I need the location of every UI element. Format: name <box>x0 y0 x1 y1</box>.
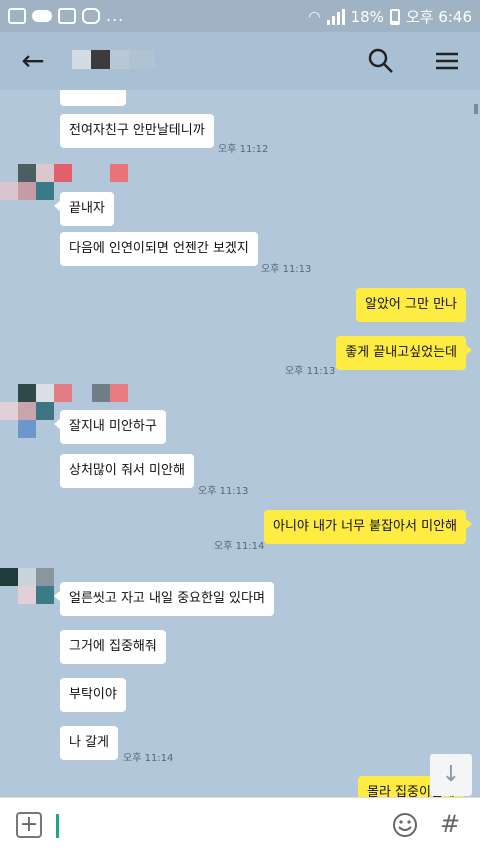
image-icon <box>58 7 76 24</box>
clock: 오후 6:46 <box>405 8 472 26</box>
message-bubble-incoming[interactable]: 얼른씻고 자고 내일 중요한일 있다며 <box>54 582 274 616</box>
hamburger-menu-icon[interactable] <box>432 46 462 76</box>
message-bubble-incoming[interactable]: 그거에 집중해줘 <box>60 630 166 664</box>
scroll-to-bottom-button[interactable]: ↓ <box>430 754 472 796</box>
message-bubble-incoming[interactable]: 상처많이 줘서 미안해 <box>60 454 194 488</box>
chat-message-list[interactable]: 전여자친구 안만날테니까 오후 11:12 끝내자 다음에 인연이되면 언젠간 … <box>0 90 480 797</box>
app-notification-icon <box>8 7 26 24</box>
sender-avatar-pixelated[interactable] <box>0 384 72 440</box>
emoticon-icon[interactable] <box>392 812 418 838</box>
battery-percent: 18% <box>350 7 384 26</box>
scrollbar[interactable] <box>474 104 478 114</box>
more-notifications-dots: ... <box>106 6 125 25</box>
message-input-bar: + # <box>0 797 480 853</box>
wifi-icon: ◠ <box>308 8 321 25</box>
message-time: 오후 11:14 <box>214 541 265 552</box>
message-time: 오후 11:13 <box>261 264 312 275</box>
chat-header: ← <box>0 32 480 90</box>
sender-avatar-pixelated[interactable] <box>0 164 72 218</box>
instagram-icon <box>82 7 100 24</box>
message-bubble-incoming[interactable]: 전여자친구 안만날테니까 <box>60 114 214 148</box>
message-time: 오후 11:12 <box>218 144 269 155</box>
avatar-fragment <box>110 384 128 402</box>
message-bubble-incoming[interactable]: 끝내자 <box>54 192 114 226</box>
status-bar: ... ◠ 18% 오후 6:46 <box>0 0 480 32</box>
message-bubble-outgoing[interactable]: 좋게 끝내고싶었는데 <box>336 336 472 370</box>
attach-plus-button[interactable]: + <box>16 812 42 838</box>
hashtag-search-icon[interactable]: # <box>440 810 460 838</box>
message-bubble-incoming[interactable]: 다음에 인연이되면 언젠간 보겠지 <box>60 232 258 266</box>
cloud-icon <box>32 9 52 22</box>
arrow-left-icon[interactable]: ← <box>18 46 48 76</box>
avatar-fragment <box>110 164 128 182</box>
chat-room-title-pixelated <box>72 50 155 69</box>
message-bubble-incoming[interactable]: 부탁이야 <box>60 678 126 712</box>
battery-icon <box>389 8 400 25</box>
sender-avatar-pixelated[interactable] <box>0 568 56 622</box>
avatar-fragment <box>92 384 110 402</box>
message-bubble-incoming[interactable]: 나 갈게 <box>60 726 119 760</box>
search-icon[interactable] <box>366 46 396 76</box>
message-bubble-outgoing[interactable]: 아니야 내가 너무 붙잡아서 미안해 <box>264 510 472 544</box>
signal-icon <box>326 8 345 25</box>
message-time: 오후 11:13 <box>198 486 249 497</box>
message-bubble-outgoing[interactable]: 알았어 그만 만나 <box>356 288 466 322</box>
message-input-field[interactable] <box>56 814 59 838</box>
message-bubble-incoming[interactable]: 잘지내 미안하구 <box>54 410 166 444</box>
message-time: 오후 11:13 <box>285 366 336 377</box>
message-bubble-partial[interactable] <box>60 90 126 106</box>
message-time: 오후 11:14 <box>123 753 174 764</box>
